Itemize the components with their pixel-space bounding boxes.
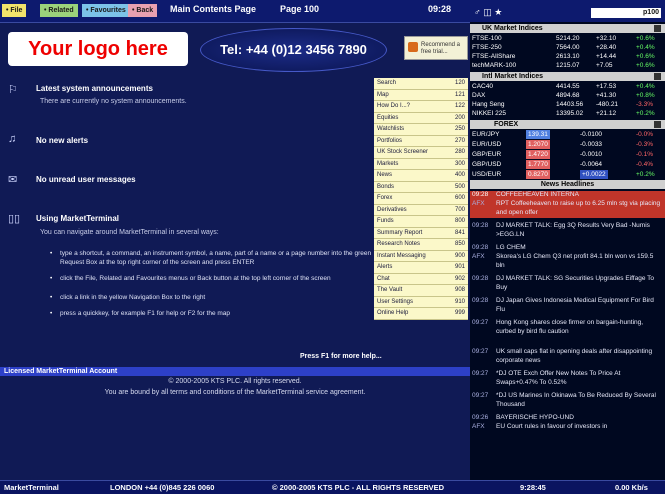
announcements-text: There are currently no system announceme… (40, 98, 187, 105)
clock: 09:28 (428, 4, 452, 14)
alert-bell-icon: ♫ (8, 133, 17, 145)
nav-item[interactable]: Map 121 (374, 89, 468, 101)
alerts-title[interactable]: No new alerts (36, 136, 88, 145)
intl-indices-header: Intl Market Indices (470, 72, 665, 81)
recommend-trial-button[interactable]: Recommend a free trial... (404, 36, 468, 60)
nav-item[interactable]: Derivatives 700 (374, 204, 468, 216)
quote-row[interactable]: DAX 4894.68 +41.30 +0.8% (470, 91, 665, 100)
status-app-name: MarketTerminal (4, 483, 59, 492)
news-item[interactable]: 09:28 DJ Japan Gives Indonesia Medical Eq… (470, 297, 665, 315)
help-hint[interactable]: Press F1 for more help... (300, 353, 382, 360)
nav-item[interactable]: Chat 902 (374, 273, 468, 285)
nav-item[interactable]: The Vault 908 (374, 285, 468, 297)
nav-item[interactable]: Search 120 (374, 78, 468, 90)
market-panel: ♂ ◫ ★ p100 UK Market Indices FTSE-100 521… (470, 0, 665, 480)
license-bar: Licensed MarketTerminal Account (0, 367, 470, 376)
close-icon[interactable] (654, 121, 661, 128)
recommend-label: Recommend a free trial... (421, 42, 461, 55)
license-terms[interactable]: You are bound by all terms and condition… (0, 389, 470, 396)
bullet-item: click the File, Related and Favourites m… (50, 274, 390, 283)
news-item[interactable]: 09:27 *DJ US Marines In Okinawa To Be Red… (470, 392, 665, 410)
news-item[interactable]: 09:26 BAYERISCHE HYPO-UND (470, 414, 665, 423)
nav-item[interactable]: Online Help 999 (374, 308, 468, 320)
nav-item[interactable]: Research Notes 850 (374, 239, 468, 251)
status-phone: LONDON +44 (0)845 226 0060 (110, 483, 215, 492)
favourites-menu-button[interactable]: • Favourites (82, 4, 130, 17)
nav-item[interactable]: Equities 200 (374, 112, 468, 124)
uk-indices-header: UK Market Indices (470, 24, 665, 33)
bullet-item: type a shortcut, a command, an instrumen… (50, 249, 390, 267)
nav-item[interactable]: Alerts 901 (374, 262, 468, 274)
news-item[interactable]: 09:28 LG CHEM (470, 244, 665, 253)
quote-row[interactable]: Hang Seng 14403.56 -480.21 -3.3% (470, 100, 665, 109)
related-menu-button[interactable]: • Related (40, 4, 78, 17)
nav-item[interactable]: Bonds 500 (374, 181, 468, 193)
quote-row[interactable]: techMARK-100 1215.07 +7.05 +0.6% (470, 61, 665, 70)
file-menu-button[interactable]: • File (2, 4, 27, 17)
status-time: 9:28:45 (520, 483, 546, 492)
nav-item[interactable]: Portfolios 270 (374, 135, 468, 147)
news-item[interactable]: 09:28 DJ MARKET TALK: SG Securities Upgra… (470, 275, 665, 293)
telephone-banner: Tel: +44 (0)12 3456 7890 (200, 28, 387, 72)
quote-row[interactable]: EUR/USD 1.2070 -0.0033 -0.3% (470, 140, 665, 149)
logo-text: Your logo here (28, 38, 168, 60)
messages-title[interactable]: No unread user messages (36, 175, 136, 184)
panel-toolbar: ♂ ◫ ★ p100 (470, 0, 665, 22)
nav-item[interactable]: UK Stock Screener 280 (374, 147, 468, 159)
quote-row[interactable]: USD/EUR 0.8270 +0.0022 +0.2% (470, 170, 665, 179)
nav-item[interactable]: How Do I...? 122 (374, 101, 468, 113)
quote-row[interactable]: GBP/USD 1.7770 -0.0064 -0.4% (470, 160, 665, 169)
status-bar: MarketTerminal LONDON +44 (0)845 226 006… (0, 480, 665, 494)
bullet-item: press a quickkey, for example F1 for hel… (50, 309, 390, 318)
nav-item[interactable]: News 400 (374, 170, 468, 182)
bullet-item: click a link in the yellow Navigation Bo… (50, 293, 390, 302)
nav-item[interactable]: Markets 300 (374, 158, 468, 170)
page-number: Page 100 (280, 4, 320, 14)
book-icon: ▯▯ (8, 213, 21, 225)
quote-row[interactable]: EUR/JPY 139.31 -0.0100 -0.0% (470, 130, 665, 139)
status-rate: 0.00 Kb/s (615, 483, 648, 492)
nav-item[interactable]: Forex 600 (374, 193, 468, 205)
quote-row[interactable]: FTSE-250 7564.00 +28.40 +0.4% (470, 43, 665, 52)
nav-item[interactable]: Instant Messaging 900 (374, 250, 468, 262)
using-title: Using MarketTerminal (36, 214, 119, 223)
close-icon[interactable] (654, 73, 661, 80)
news-item[interactable]: 09:28 COFFEEHEAVEN INTERNA (470, 191, 665, 200)
quote-row[interactable]: FTSE-AllShare 2613.10 +14.44 +0.6% (470, 52, 665, 61)
navigation-box: Search 120 Map 121 How Do I...? 122 Equitie… (374, 78, 468, 320)
news-item[interactable]: AFX EU Court rules in favour of investors… (470, 423, 665, 432)
quote-row[interactable]: CAC40 4414.55 +17.53 +0.4% (470, 82, 665, 91)
nav-item[interactable]: Summary Report 841 (374, 227, 468, 239)
nav-item[interactable]: Funds 800 (374, 216, 468, 228)
top-toolbar: • File • Related • Favourites • Back Mai… (0, 0, 470, 23)
close-icon[interactable] (654, 25, 661, 32)
status-copyright: © 2000-2005 KTS PLC - ALL RIGHTS RESERVE… (272, 483, 445, 492)
news-item[interactable]: 09:27 UK small caps flat in opening deals… (470, 348, 665, 366)
news-item[interactable]: 09:28 DJ MARKET TALK: Egg 3Q Results Very… (470, 222, 665, 240)
telephone-text: Tel: +44 (0)12 3456 7890 (220, 42, 367, 57)
news-header: News Headlines (470, 180, 665, 189)
recommend-icon (408, 42, 418, 52)
nav-item[interactable]: Watchlists 250 (374, 124, 468, 136)
panel-tools-icon[interactable]: ♂ ◫ ★ (474, 7, 502, 18)
back-button[interactable]: • Back (128, 4, 158, 17)
news-item[interactable]: 09:27 Hong Kong shares close firmer on ba… (470, 319, 665, 345)
request-box[interactable]: p100 (591, 8, 661, 18)
envelope-icon: ✉ (8, 174, 18, 186)
news-item[interactable]: AFX Skorea's LG Chem Q3 net profit 84.1 b… (470, 253, 665, 271)
news-item[interactable]: AFX RPT Coffeeheaven to raise up to 6.25 … (470, 200, 665, 218)
license-copyright: © 2000-2005 KTS PLC. All rights reserved… (168, 378, 302, 385)
quote-row[interactable]: NIKKEI 225 13395.02 +21.12 +0.2% (470, 109, 665, 118)
news-item[interactable]: 09:27 *DJ OTE Exch Offer New Notes To Pri… (470, 370, 665, 388)
announcement-icon: ⚐ (8, 84, 18, 96)
forex-header: FOREX (470, 120, 665, 129)
quote-row[interactable]: GBP/EUR 1.4720 -0.0010 -0.1% (470, 150, 665, 159)
page-title: Main Contents Page (170, 4, 257, 14)
quote-row[interactable]: FTSE-100 5214.20 +32.10 +0.6% (470, 34, 665, 43)
nav-item[interactable]: User Settings 910 (374, 296, 468, 308)
logo-placeholder: Your logo here (8, 32, 188, 66)
using-text: You can navigate around MarketTerminal i… (40, 229, 219, 236)
announcements-title: Latest system announcements (36, 84, 153, 93)
